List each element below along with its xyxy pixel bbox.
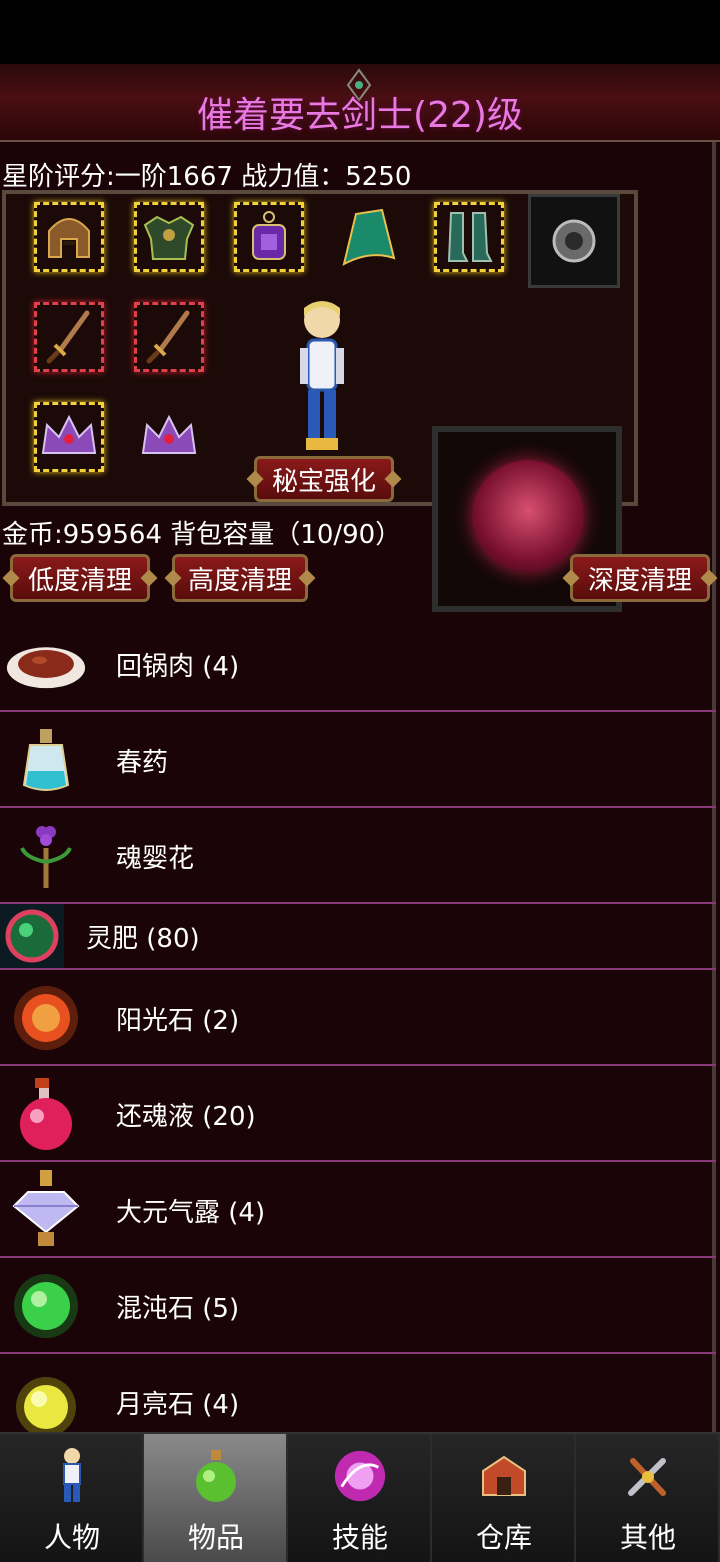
flower-icon [6,818,86,894]
tiger-icon [472,460,584,572]
equip-slot-ring[interactable] [528,194,620,288]
equip-slot-crown-1[interactable] [34,402,104,472]
tab-skills[interactable]: 技能 [288,1434,432,1562]
list-item[interactable]: 月亮石 (4) [0,1354,716,1432]
list-item[interactable]: 春药 [0,712,716,808]
item-name: 还魂液 (20) [116,1102,256,1132]
clean-deep-button[interactable]: 深度清理 [570,554,710,602]
tab-character[interactable]: 人物 [0,1434,144,1562]
ring-icon [552,219,596,263]
list-item[interactable]: 灵肥 (80) [0,904,716,970]
meat-dish-icon [6,626,86,702]
equip-slot-armor[interactable] [134,202,204,272]
armor-icon [143,215,195,260]
tab-label: 物品 [187,1521,244,1554]
character-avatar [300,301,344,450]
diamond-icon [6,1170,86,1248]
status-bar [0,0,720,64]
title-bar: 催着要去剑士(22)级 [0,64,720,142]
item-name: 灵肥 (80) [86,924,200,954]
tab-warehouse[interactable]: 仓库 [432,1434,576,1562]
tab-label: 技能 [331,1521,388,1554]
crown-icon [41,414,97,454]
equip-slot-helmet[interactable] [34,202,104,272]
cape-icon [342,208,396,266]
page-title: 催着要去剑士(22)级 [197,95,523,136]
crown-icon [141,414,197,454]
clean-low-button[interactable]: 低度清理 [10,554,150,602]
list-item[interactable]: 还魂液 (20) [0,1066,716,1162]
list-item[interactable]: 大元气露 (4) [0,1162,716,1258]
list-item[interactable]: 混沌石 (5) [0,1258,716,1354]
amulet-icon [252,211,286,260]
item-name: 回锅肉 (4) [116,652,240,682]
items-icon [188,1444,244,1508]
equip-slot-weapon[interactable] [34,302,104,372]
equip-slot-cape[interactable] [334,202,404,272]
inventory-list: 回锅肉 (4) 春药 魂婴花 灵肥 (80) 阳光石 (2) 还魂液 (20) … [0,616,716,1432]
app-screen: 催着要去剑士(22)级 星阶评分:一阶1667 战力值：5250 秘宝强化 金币… [0,64,720,1432]
list-item[interactable]: 魂婴花 [0,808,716,904]
score-line: 星阶评分:一阶1667 战力值：5250 [2,162,412,192]
clean-high-button[interactable]: 高度清理 [172,554,308,602]
potion-bottle-icon [6,722,86,798]
other-icon [620,1444,676,1508]
warehouse-icon [476,1444,532,1508]
green-stone-icon [6,1268,86,1344]
sword-icon [146,310,190,364]
item-name: 阳光石 (2) [116,1006,240,1036]
equip-slot-crown-2[interactable] [134,402,204,472]
sword-icon [46,310,90,364]
item-name: 混沌石 (5) [116,1294,240,1324]
tab-label: 人物 [43,1521,100,1554]
list-item[interactable]: 阳光石 (2) [0,970,716,1066]
equip-slot-boots[interactable] [434,202,504,272]
orb-icon [0,904,64,968]
helmet-icon [48,218,90,258]
equip-slot-amulet[interactable] [234,202,304,272]
item-name: 月亮石 (4) [116,1390,240,1420]
skills-icon [332,1444,388,1508]
tab-label: 其他 [619,1521,676,1554]
gold-capacity-line: 金币:959564 背包容量（10/90） [2,520,402,550]
list-item[interactable]: 回锅肉 (4) [0,616,716,712]
equip-slot-offhand[interactable] [134,302,204,372]
red-potion-icon [6,1076,86,1152]
bottom-tab-bar: 人物 物品 技能 仓库 其他 [0,1432,720,1562]
tab-label: 仓库 [475,1521,532,1554]
item-name: 大元气露 (4) [116,1198,266,1228]
equipment-panel: 秘宝强化 [2,190,638,612]
item-name: 春药 [116,748,169,778]
moon-stone-icon [6,1364,86,1432]
tab-other[interactable]: 其他 [576,1434,720,1562]
item-name: 魂婴花 [116,844,195,874]
boots-icon [447,212,493,262]
character-icon [44,1444,100,1508]
tab-items[interactable]: 物品 [144,1434,288,1562]
enhance-button[interactable]: 秘宝强化 [254,456,394,502]
sun-stone-icon [6,980,86,1056]
